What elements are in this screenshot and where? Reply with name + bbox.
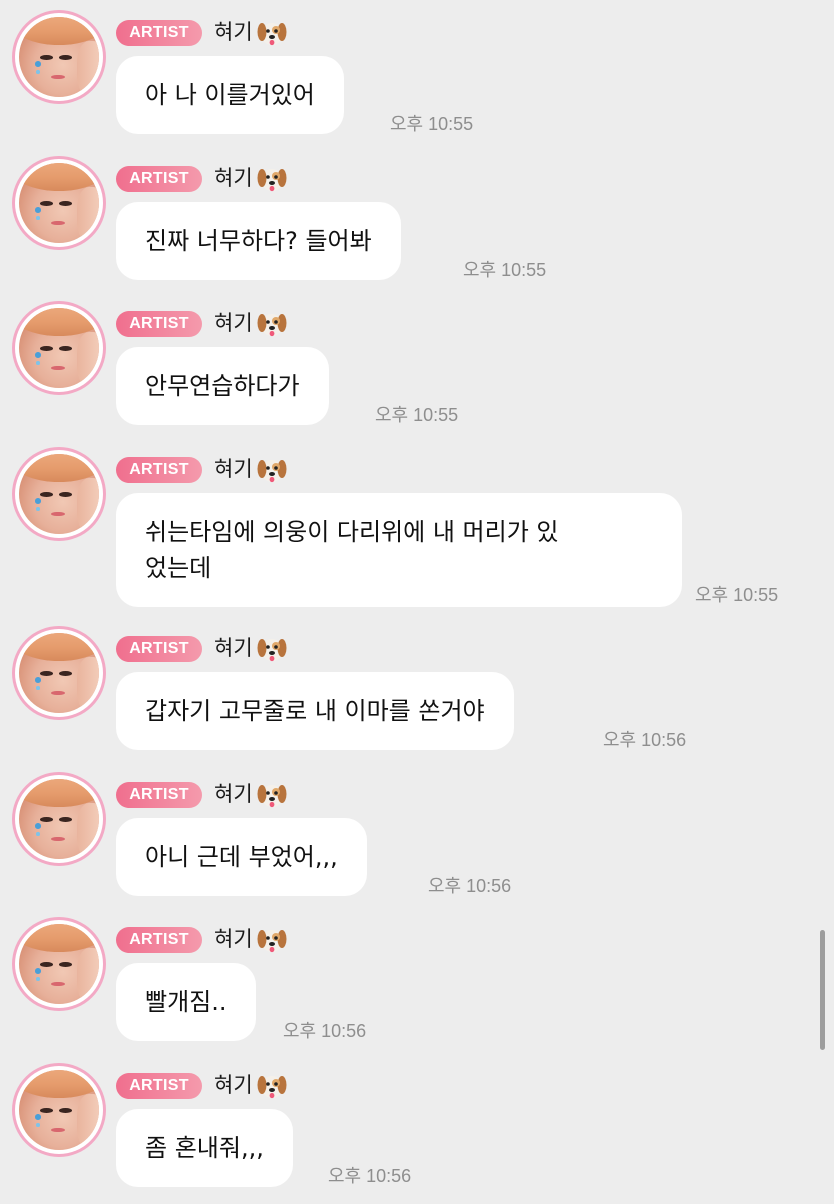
sender-name[interactable]: 혀기 <box>214 309 287 338</box>
message-item: ARTIST 혀기 갑자기 고무줄로 내 이마를 쏜거야 오후 10:56 <box>0 622 834 767</box>
message-bubble[interactable]: 갑자기 고무줄로 내 이마를 쏜거야 <box>116 672 514 750</box>
sender-name-text: 혀기 <box>214 927 253 951</box>
avatar-photo <box>19 924 99 1004</box>
avatar-photo <box>19 17 99 97</box>
artist-badge: ARTIST <box>116 927 202 953</box>
dog-face-icon <box>257 23 287 46</box>
message-timestamp: 오후 10:55 <box>463 260 547 280</box>
message-timestamp: 오후 10:55 <box>375 405 459 425</box>
message-timestamp: 오후 10:56 <box>283 1021 367 1041</box>
sender-name-text: 혀기 <box>214 636 253 660</box>
dog-face-icon <box>257 1076 287 1099</box>
avatar-photo <box>19 454 99 534</box>
artist-badge: ARTIST <box>116 311 202 337</box>
artist-badge: ARTIST <box>116 782 202 808</box>
avatar[interactable] <box>12 772 106 866</box>
message-bubble[interactable]: 쉬는타임에 의웅이 다리위에 내 머리가 있 었는데 <box>116 493 682 607</box>
sender-name-text: 혀기 <box>214 457 253 481</box>
message-timestamp: 오후 10:56 <box>603 730 687 750</box>
dog-face-icon <box>257 314 287 337</box>
scrollbar[interactable] <box>820 930 825 1050</box>
dog-face-icon <box>257 639 287 662</box>
avatar[interactable] <box>12 10 106 104</box>
avatar-photo <box>19 633 99 713</box>
sender-name[interactable]: 혀기 <box>214 634 287 663</box>
sender-name[interactable]: 혀기 <box>214 1071 287 1100</box>
sender-name[interactable]: 혀기 <box>214 780 287 809</box>
message-timestamp: 오후 10:56 <box>328 1166 412 1186</box>
dog-face-icon <box>257 930 287 953</box>
sender-name-text: 혀기 <box>214 20 253 44</box>
message-item: ARTIST 혀기 안무연습하다가 오후 10:55 <box>0 297 834 442</box>
sender-name-text: 혀기 <box>214 311 253 335</box>
avatar[interactable] <box>12 156 106 250</box>
message-bubble[interactable]: 안무연습하다가 <box>116 347 329 425</box>
avatar-photo <box>19 308 99 388</box>
message-bubble[interactable]: 진짜 너무하다? 들어봐 <box>116 202 401 280</box>
artist-badge: ARTIST <box>116 166 202 192</box>
chat-thread: ARTIST 혀기 아 나 이를거있어 오후 10:55 ARTIST 혀기 진… <box>0 0 834 1200</box>
artist-badge: ARTIST <box>116 457 202 483</box>
message-item: ARTIST 혀기 아 나 이를거있어 오후 10:55 <box>0 6 834 151</box>
message-timestamp: 오후 10:56 <box>428 876 512 896</box>
avatar[interactable] <box>12 917 106 1011</box>
artist-badge: ARTIST <box>116 20 202 46</box>
dog-face-icon <box>257 460 287 483</box>
message-bubble[interactable]: 아 나 이를거있어 <box>116 56 344 134</box>
dog-face-icon <box>257 169 287 192</box>
avatar[interactable] <box>12 301 106 395</box>
artist-badge: ARTIST <box>116 636 202 662</box>
sender-name-text: 혀기 <box>214 166 253 190</box>
avatar-photo <box>19 163 99 243</box>
message-item: ARTIST 혀기 진짜 너무하다? 들어봐 오후 10:55 <box>0 152 834 297</box>
sender-name[interactable]: 혀기 <box>214 164 287 193</box>
sender-name[interactable]: 혀기 <box>214 925 287 954</box>
avatar[interactable] <box>12 447 106 541</box>
avatar-photo <box>19 1070 99 1150</box>
message-bubble[interactable]: 좀 혼내줘,,, <box>116 1109 293 1187</box>
message-item: ARTIST 혀기 쉬는타임에 의웅이 다리위에 내 머리가 있 었는데 오후 … <box>0 443 834 623</box>
message-bubble[interactable]: 빨개짐.. <box>116 963 256 1041</box>
avatar[interactable] <box>12 1063 106 1157</box>
sender-name-text: 혀기 <box>214 782 253 806</box>
dog-face-icon <box>257 785 287 808</box>
sender-name[interactable]: 혀기 <box>214 455 287 484</box>
message-item: ARTIST 혀기 빨개짐.. 오후 10:56 <box>0 913 834 1058</box>
message-timestamp: 오후 10:55 <box>390 114 474 134</box>
message-item: ARTIST 혀기 아니 근데 부었어,,, 오후 10:56 <box>0 768 834 913</box>
message-item: ARTIST 혀기 좀 혼내줘,,, 오후 10:56 <box>0 1059 834 1204</box>
avatar-photo <box>19 779 99 859</box>
sender-name-text: 혀기 <box>214 1073 253 1097</box>
message-bubble[interactable]: 아니 근데 부었어,,, <box>116 818 367 896</box>
avatar[interactable] <box>12 626 106 720</box>
sender-name[interactable]: 혀기 <box>214 18 287 47</box>
artist-badge: ARTIST <box>116 1073 202 1099</box>
message-timestamp: 오후 10:55 <box>695 585 779 605</box>
